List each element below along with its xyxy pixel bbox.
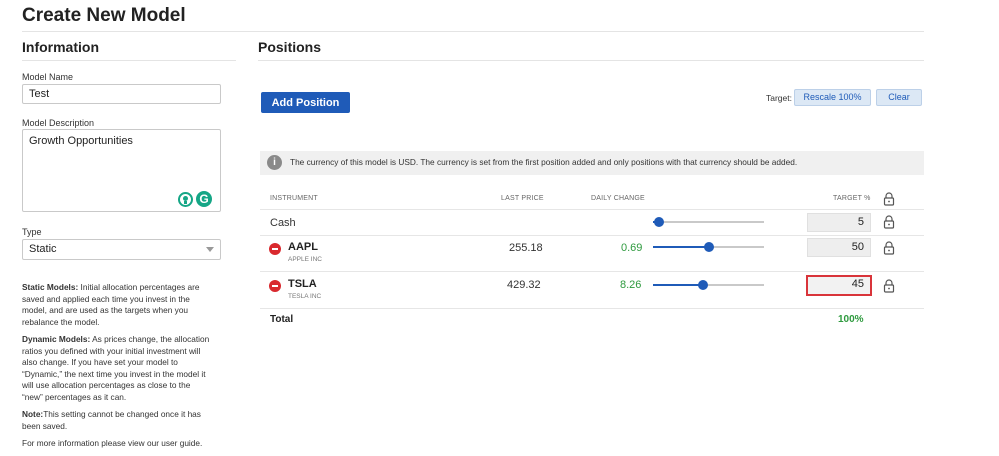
total-label: Total bbox=[270, 314, 294, 325]
add-position-button[interactable]: Add Position bbox=[261, 92, 350, 113]
model-type-help: Static Models: Initial allocation percen… bbox=[22, 282, 212, 456]
model-description-value: Growth Opportunities bbox=[29, 135, 133, 147]
lock-icon[interactable] bbox=[883, 241, 895, 255]
aapl-slider-handle[interactable] bbox=[703, 242, 714, 252]
lock-icon[interactable] bbox=[883, 279, 895, 293]
idea-icon[interactable] bbox=[178, 192, 193, 207]
aapl-name: APPLE INC bbox=[288, 256, 322, 263]
information-divider bbox=[22, 60, 236, 61]
currency-info-text: The currency of this model is USD. The c… bbox=[290, 157, 798, 167]
aapl-symbol: AAPL bbox=[288, 241, 318, 253]
information-heading: Information bbox=[22, 39, 99, 55]
page-title: Create New Model bbox=[22, 5, 186, 26]
type-select-value: Static bbox=[29, 243, 57, 255]
chevron-down-icon bbox=[206, 247, 214, 252]
positions-heading: Positions bbox=[258, 39, 322, 55]
column-last-price: LAST PRICE bbox=[501, 195, 544, 202]
clear-button[interactable]: Clear bbox=[876, 89, 922, 106]
help-note: Note:This setting cannot be changed once… bbox=[22, 409, 201, 431]
cash-slider[interactable] bbox=[653, 217, 764, 227]
title-divider bbox=[22, 31, 924, 32]
tsla-last-price: 429.32 bbox=[507, 279, 541, 291]
target-label: Target: bbox=[766, 93, 792, 103]
model-name-input[interactable] bbox=[22, 84, 221, 104]
currency-info-bar: i The currency of this model is USD. The… bbox=[260, 151, 924, 175]
tsla-slider[interactable] bbox=[653, 280, 764, 290]
column-instrument: INSTRUMENT bbox=[270, 195, 318, 202]
column-daily-change: DAILY CHANGE bbox=[591, 195, 645, 202]
header-divider bbox=[260, 209, 924, 210]
tsla-slider-fill bbox=[653, 284, 703, 286]
tsla-daily-change: 8.26 bbox=[620, 279, 642, 291]
tsla-name: TESLA INC bbox=[288, 293, 322, 300]
aapl-slider-fill bbox=[653, 246, 709, 248]
aapl-target-input[interactable]: 50 bbox=[807, 238, 871, 257]
total-value: 100% bbox=[838, 314, 864, 325]
positions-divider bbox=[258, 60, 924, 61]
grammarly-icon[interactable]: G bbox=[196, 191, 212, 207]
type-label: Type bbox=[22, 227, 42, 237]
model-name-label: Model Name bbox=[22, 72, 74, 82]
remove-icon[interactable] bbox=[269, 243, 281, 255]
aapl-slider[interactable] bbox=[653, 242, 764, 252]
cash-target-input[interactable]: 5 bbox=[807, 213, 871, 232]
cash-slider-handle[interactable] bbox=[653, 217, 664, 227]
tsla-target-input[interactable]: 45 bbox=[806, 275, 872, 296]
type-select[interactable]: Static bbox=[22, 239, 221, 260]
rescale-button[interactable]: Rescale 100% bbox=[794, 89, 871, 106]
aapl-last-price: 255.18 bbox=[509, 242, 543, 254]
lock-icon[interactable] bbox=[883, 192, 895, 206]
help-dynamic: Dynamic Models: As prices change, the al… bbox=[22, 334, 210, 402]
row-divider bbox=[260, 235, 924, 236]
row-divider bbox=[260, 271, 924, 272]
remove-icon[interactable] bbox=[269, 280, 281, 292]
tsla-slider-handle[interactable] bbox=[697, 280, 708, 290]
aapl-daily-change: 0.69 bbox=[621, 242, 643, 254]
tsla-symbol: TSLA bbox=[288, 278, 317, 290]
cash-label: Cash bbox=[270, 217, 296, 229]
help-static: Static Models: Initial allocation percen… bbox=[22, 282, 200, 327]
lock-icon[interactable] bbox=[883, 215, 895, 229]
column-target: TARGET % bbox=[833, 195, 871, 202]
model-description-label: Model Description bbox=[22, 118, 95, 128]
row-divider bbox=[260, 308, 924, 309]
info-icon: i bbox=[267, 155, 282, 170]
help-guide: For more information please view our use… bbox=[22, 438, 203, 448]
